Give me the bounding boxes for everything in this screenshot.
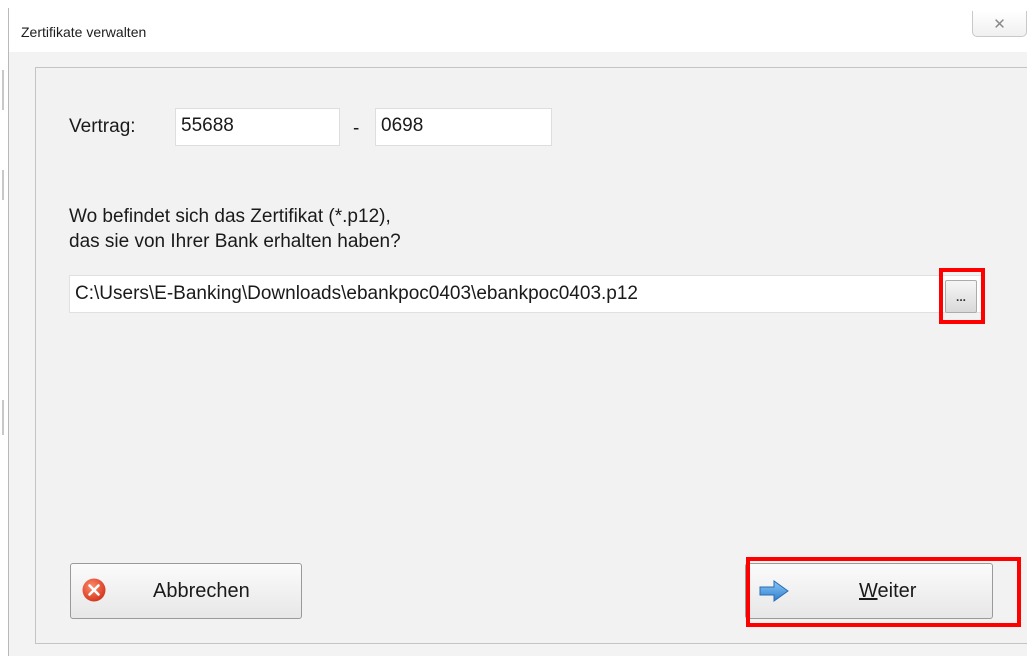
contract-separator: -	[353, 118, 360, 139]
question-line-1: Wo befindet sich das Zertifikat (*.p12),	[69, 206, 391, 227]
contract-label: Vertrag:	[69, 116, 136, 137]
certificate-question: Wo befindet sich das Zertifikat (*.p12),…	[69, 204, 401, 254]
question-line-2: das sie von Ihrer Bank erhalten haben?	[69, 231, 401, 252]
certificate-path-field[interactable]: C:\Users\E-Banking\Downloads\ebankpoc040…	[69, 275, 983, 313]
cancel-x-icon	[82, 578, 106, 602]
close-button[interactable]: ✕	[972, 11, 1027, 37]
cancel-button-label: Abbrechen	[153, 580, 250, 602]
contract-suffix-input[interactable]: 0698	[375, 108, 552, 146]
window-edge	[0, 0, 8, 656]
browse-highlight	[939, 268, 985, 324]
cancel-button[interactable]: Abbrechen	[70, 563, 302, 619]
window-title: Zertifikate verwalten	[21, 24, 147, 40]
contract-number-input[interactable]: 55688	[175, 108, 340, 146]
close-icon: ✕	[993, 14, 1006, 33]
next-highlight	[746, 557, 1021, 627]
title-bar: Zertifikate verwalten ✕	[9, 8, 1027, 52]
